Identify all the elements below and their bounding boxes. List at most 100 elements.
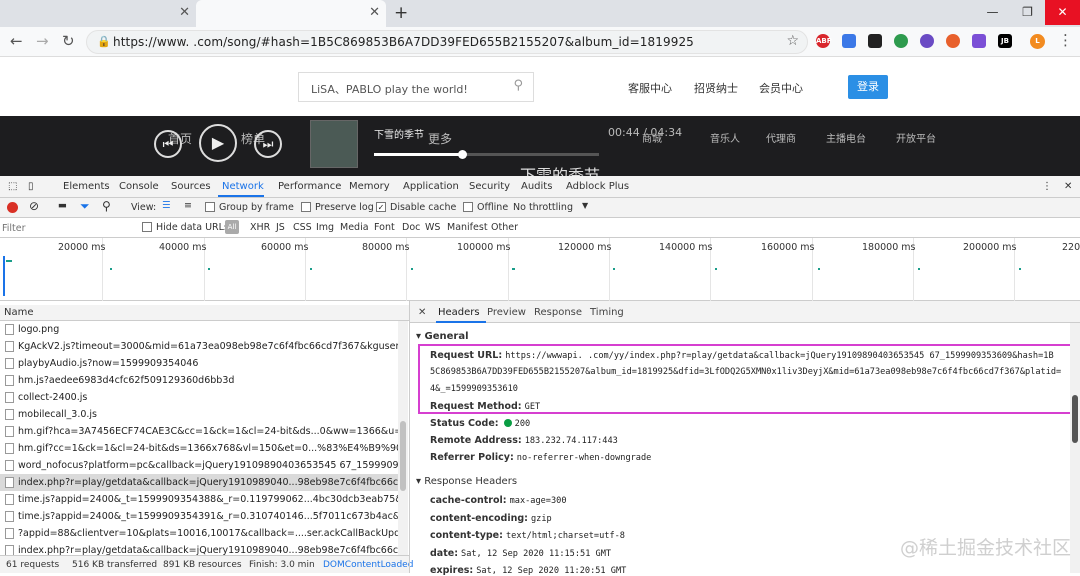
response-headers-toggle[interactable]: ▾ Response Headers xyxy=(416,476,517,487)
pane-divider[interactable] xyxy=(409,301,410,573)
search-icon[interactable]: ⚲ xyxy=(513,78,523,93)
tab-adblock-plus[interactable]: Adblock Plus xyxy=(566,181,629,192)
close-tab-icon[interactable]: ✕ xyxy=(369,5,380,20)
jetbrains-extension-icon[interactable]: JB xyxy=(998,34,1012,48)
new-tab-button[interactable]: + xyxy=(394,3,408,23)
nav-open-platform[interactable]: 开放平台 xyxy=(896,130,936,145)
window-close-icon[interactable]: ✕ xyxy=(1045,0,1080,25)
tab-timing[interactable]: Timing xyxy=(590,307,624,318)
request-row[interactable]: time.js?appid=2400&_t=1599909354391&_r=0… xyxy=(0,508,398,525)
request-row[interactable]: time.js?appid=2400&_t=1599909354388&_r=0… xyxy=(0,491,398,508)
request-row[interactable]: collect-2400.js xyxy=(0,389,398,406)
request-row[interactable]: index.php?r=play/getdata&callback=jQuery… xyxy=(0,542,398,555)
request-row[interactable]: KgAckV2.js?timeout=3000&mid=61a73ea098eb… xyxy=(0,338,398,355)
login-button[interactable]: 登录 xyxy=(848,75,888,99)
browser-tab-active[interactable]: ✕ xyxy=(196,0,386,27)
filter-doc[interactable]: Doc xyxy=(402,222,420,233)
tab-security[interactable]: Security xyxy=(469,181,510,192)
close-tab-icon[interactable]: ✕ xyxy=(179,5,190,20)
bookmark-star-icon[interactable]: ☆ xyxy=(786,33,799,49)
devtools-close-icon[interactable]: ✕ xyxy=(1064,181,1072,192)
album-cover[interactable] xyxy=(310,120,358,168)
previous-track-icon[interactable]: ⏮ xyxy=(154,130,182,158)
omnibox[interactable]: 🔒 https://www. .com/song/#hash=1B5C86985… xyxy=(86,30,808,54)
chevron-down-icon[interactable]: ▼ xyxy=(582,201,588,210)
capture-screenshots-icon[interactable]: ▬ xyxy=(58,200,67,211)
close-details-icon[interactable]: ✕ xyxy=(418,307,426,318)
hide-data-urls-checkbox[interactable] xyxy=(142,222,152,232)
profile-avatar[interactable]: L xyxy=(1030,34,1045,49)
filter-xhr[interactable]: XHR xyxy=(250,222,270,233)
tab-elements[interactable]: Elements xyxy=(63,181,110,192)
scrollbar-thumb[interactable] xyxy=(400,421,406,491)
back-icon[interactable]: ← xyxy=(10,32,23,50)
progress-bar[interactable] xyxy=(374,150,599,159)
filter-media[interactable]: Media xyxy=(340,222,369,233)
filter-ws[interactable]: WS xyxy=(425,222,440,233)
link-customer-service[interactable]: 客服中心 xyxy=(628,80,672,96)
filter-font[interactable]: Font xyxy=(374,222,395,233)
device-toolbar-icon[interactable]: ▯ xyxy=(28,181,34,192)
link-jobs[interactable]: 招贤纳士 xyxy=(694,80,738,96)
lock-icon[interactable]: 🔒 xyxy=(97,35,111,48)
site-search-box[interactable]: LiSA、PABLO play the world! ⚲ xyxy=(298,72,534,102)
offline-checkbox[interactable] xyxy=(463,202,473,212)
forward-icon[interactable]: → xyxy=(36,32,49,50)
adblock-extension-icon[interactable]: ABP xyxy=(816,34,832,48)
search-icon[interactable]: ⚲ xyxy=(102,199,111,213)
request-row[interactable]: hm.gif?cc=1&ck=1&cl=24-bit&ds=1366x768&v… xyxy=(0,440,398,457)
request-list-scrollbar[interactable] xyxy=(398,321,408,555)
large-rows-icon[interactable]: ☰ xyxy=(162,200,171,211)
extension-icon[interactable] xyxy=(920,34,934,48)
tab-network[interactable]: Network xyxy=(222,181,264,192)
network-overview[interactable]: 20000 ms 40000 ms 60000 ms 80000 ms 1000… xyxy=(0,238,1080,301)
nav-more[interactable]: 更多 xyxy=(428,130,452,147)
tab-console[interactable]: Console xyxy=(119,181,159,192)
browser-tab[interactable]: ✕ xyxy=(0,0,196,27)
tab-audits[interactable]: Audits xyxy=(521,181,552,192)
site-search-input[interactable]: LiSA、PABLO play the world! xyxy=(311,81,468,97)
filter-js[interactable]: JS xyxy=(276,222,285,233)
extension-icon[interactable] xyxy=(894,34,908,48)
nav-musician[interactable]: 音乐人 xyxy=(710,130,740,145)
tab-performance[interactable]: Performance xyxy=(278,181,341,192)
general-section-toggle[interactable]: ▾ General xyxy=(416,331,469,342)
menu-kebab-icon[interactable]: ⋮ xyxy=(1058,31,1073,49)
request-row[interactable]: ?appid=88&clientver=10&plats=10016,10017… xyxy=(0,525,398,542)
record-icon[interactable] xyxy=(7,202,18,213)
restore-icon[interactable]: ❐ xyxy=(1010,0,1045,25)
group-by-frame-checkbox[interactable] xyxy=(205,202,215,212)
preserve-log-checkbox[interactable] xyxy=(301,202,311,212)
name-column-header[interactable]: Name xyxy=(0,305,410,321)
devtools-inspect-icon[interactable]: ⬚ xyxy=(8,181,17,192)
details-scrollbar[interactable] xyxy=(1070,323,1080,573)
minimize-icon[interactable]: — xyxy=(975,0,1010,25)
request-row[interactable]: word_nofocus?platform=pc&callback=jQuery… xyxy=(0,457,398,474)
next-track-icon[interactable]: ⏭ xyxy=(254,130,282,158)
request-row[interactable]: hm.js?aedee6983d4cfc62f509129360d6bb3d xyxy=(0,372,398,389)
request-row[interactable]: playbyAudio.js?now=1599909354046 xyxy=(0,355,398,372)
translate-extension-icon[interactable] xyxy=(842,34,856,48)
tab-sources[interactable]: Sources xyxy=(171,181,211,192)
url-text[interactable]: https://www. .com/song/#hash=1B5C869853B… xyxy=(113,35,694,49)
link-vip-center[interactable]: 会员中心 xyxy=(759,80,803,96)
overview-icon[interactable]: ≡ xyxy=(184,200,192,211)
nav-radio[interactable]: 主播电台 xyxy=(826,130,866,145)
disable-cache-checkbox[interactable]: ✓ xyxy=(376,202,386,212)
filter-input[interactable] xyxy=(2,221,132,235)
extension-icon[interactable] xyxy=(946,34,960,48)
tab-response[interactable]: Response xyxy=(534,307,582,318)
filter-icon[interactable]: ⏷ xyxy=(80,199,90,214)
tab-preview[interactable]: Preview xyxy=(487,307,526,318)
filter-css[interactable]: CSS xyxy=(293,222,312,233)
filter-all[interactable]: All xyxy=(225,220,239,234)
tab-memory[interactable]: Memory xyxy=(349,181,390,192)
request-row[interactable]: hm.gif?hca=3A7456ECF74CAE3C&cc=1&ck=1&cl… xyxy=(0,423,398,440)
request-row[interactable]: index.php?r=play/getdata&callback=jQuery… xyxy=(0,474,398,491)
clear-icon[interactable]: ⊘ xyxy=(29,199,39,213)
extension-icon[interactable] xyxy=(868,34,882,48)
progress-handle[interactable] xyxy=(457,150,467,159)
play-icon[interactable]: ▶ xyxy=(199,124,237,162)
filter-other[interactable]: Other xyxy=(491,222,518,233)
devtools-menu-icon[interactable]: ⋮ xyxy=(1042,181,1052,192)
